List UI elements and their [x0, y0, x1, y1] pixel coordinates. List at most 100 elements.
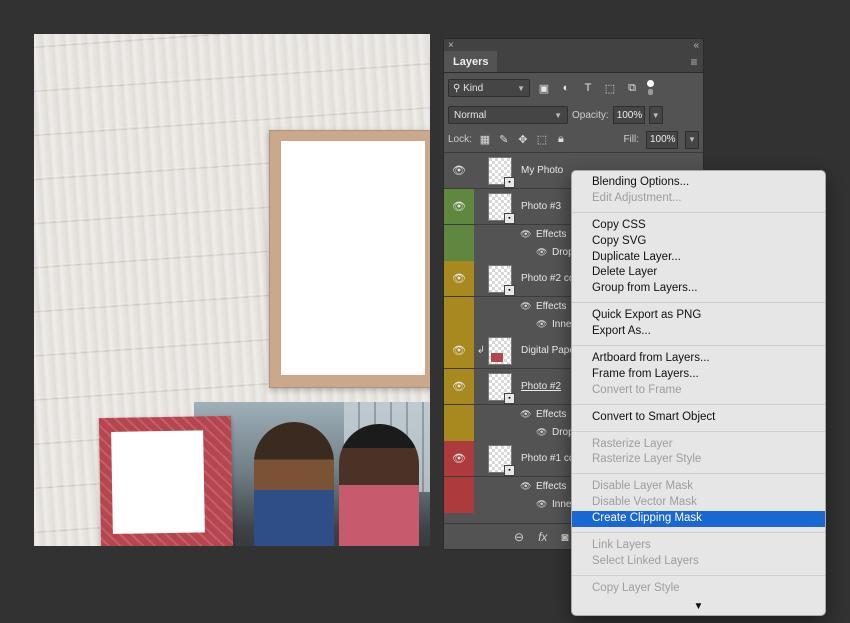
menu-item-convert-smart-object[interactable]: Convert to Smart Object	[572, 410, 825, 426]
lock-artboard-icon[interactable]: ⬚	[536, 134, 548, 146]
layer-thumbnail	[488, 336, 512, 365]
menu-item-blending-options[interactable]: Blending Options...	[572, 175, 825, 191]
layer-thumbnail: ▪	[488, 444, 515, 476]
close-icon[interactable]: ×	[448, 40, 454, 51]
smart-object-badge-icon: ▪	[504, 176, 515, 188]
menu-item-disable-layer-mask[interactable]: Disable Layer Mask	[572, 479, 825, 495]
effect-eye-icon[interactable]: 👁︎	[536, 427, 550, 438]
link-layers-icon[interactable]: ⊖	[514, 530, 524, 544]
menu-item-disable-vector-mask[interactable]: Disable Vector Mask	[572, 495, 825, 511]
menu-item-copy-css[interactable]: Copy CSS	[572, 218, 825, 234]
menu-item-frame-from-layers[interactable]: Frame from Layers...	[572, 367, 825, 383]
layer-name: Photo #2	[521, 381, 562, 392]
menu-item-link-layers[interactable]: Link Layers	[572, 538, 825, 554]
menu-item-group-from-layers[interactable]: Group from Layers...	[572, 281, 825, 297]
smart-object-filter-icon[interactable]: ⧉	[624, 80, 640, 96]
effects-label: Effects	[536, 300, 567, 312]
opacity-label: Opacity:	[572, 109, 609, 121]
menu-item-copy-svg[interactable]: Copy SVG	[572, 234, 825, 250]
opacity-dropdown-button[interactable]: ▼	[648, 106, 663, 124]
lock-all-icon[interactable]: 🔒︎	[555, 133, 567, 146]
effects-eye-icon[interactable]: 👁︎	[520, 481, 534, 492]
menu-item-quick-export-png[interactable]: Quick Export as PNG	[572, 308, 825, 324]
menu-item-rasterize-layer[interactable]: Rasterize Layer	[572, 437, 825, 453]
layer-thumbnail: ▪	[488, 372, 515, 404]
lock-image-brush-icon[interactable]: ✎	[498, 134, 510, 146]
smart-object-badge-icon: ▪	[504, 464, 515, 476]
visibility-eye-icon[interactable]: 👁︎	[444, 153, 474, 188]
menu-separator	[572, 532, 825, 534]
search-icon: ⚲	[453, 82, 464, 94]
menu-item-rasterize-layer-style[interactable]: Rasterize Layer Style	[572, 452, 825, 468]
menu-item-create-clipping-mask[interactable]: Create Clipping Mask	[572, 511, 825, 528]
effect-eye-icon[interactable]: 👁︎	[536, 247, 550, 258]
effects-eye-icon[interactable]: 👁︎	[520, 301, 534, 312]
menu-separator	[572, 430, 825, 432]
lock-position-move-icon[interactable]: ✥	[517, 134, 529, 146]
menu-item-artboard-from-layers[interactable]: Artboard from Layers...	[572, 351, 825, 367]
visibility-eye-icon[interactable]: 👁︎	[444, 261, 474, 296]
lock-label: Lock:	[448, 134, 472, 145]
blend-mode-value: Normal	[454, 109, 487, 121]
filter-toggle[interactable]	[646, 80, 654, 96]
layer-thumbnail: ▪	[488, 156, 515, 188]
shape-filter-icon[interactable]: ⬚	[602, 80, 618, 96]
menu-item-copy-layer-style[interactable]: Copy Layer Style	[572, 581, 825, 597]
effect-eye-icon[interactable]: 👁︎	[536, 499, 550, 510]
red-pattern-frame	[98, 415, 234, 546]
lock-row: Lock: ▦ ✎ ✥ ⬚ 🔒︎ Fill: 100% ▼	[444, 127, 703, 153]
smart-object-badge-icon: ▪	[504, 212, 515, 224]
fill-label: Fill:	[623, 134, 639, 145]
layer-name: Photo #3	[521, 201, 562, 212]
menu-separator	[572, 211, 825, 213]
visibility-eye-icon[interactable]: 👁︎	[444, 441, 474, 476]
menu-separator	[572, 473, 825, 475]
fill-dropdown-button[interactable]: ▼	[685, 130, 699, 149]
menu-item-edit-adjustment[interactable]: Edit Adjustment...	[572, 191, 825, 207]
menu-separator	[572, 302, 825, 304]
kind-filter-select[interactable]: ⚲ Kind ▼	[448, 79, 530, 97]
collapse-icon[interactable]: «	[693, 40, 699, 51]
menu-item-select-linked-layers[interactable]: Select Linked Layers	[572, 554, 825, 570]
menu-item-export-as[interactable]: Export As...	[572, 324, 825, 340]
layer-color-strip	[444, 423, 474, 441]
chevron-down-icon: ▼	[554, 110, 562, 120]
effect-eye-icon[interactable]: 👁︎	[536, 319, 550, 330]
toggle-track	[647, 89, 653, 95]
menu-separator	[572, 574, 825, 576]
add-mask-icon[interactable]: ◙	[561, 530, 568, 544]
visibility-eye-icon[interactable]: 👁︎	[444, 333, 474, 368]
frame-placeholder	[281, 141, 425, 375]
document-canvas[interactable]	[34, 34, 430, 546]
menu-item-duplicate-layer[interactable]: Duplicate Layer...	[572, 250, 825, 266]
tab-layers[interactable]: Layers	[444, 51, 498, 72]
type-filter-icon[interactable]: T	[580, 80, 596, 96]
layer-color-strip	[444, 477, 474, 495]
menu-item-convert-to-frame[interactable]: Convert to Frame	[572, 383, 825, 399]
adjustment-filter-icon[interactable]: ◐	[558, 80, 574, 96]
menu-item-delete-layer[interactable]: Delete Layer	[572, 265, 825, 281]
red-frame-placeholder	[111, 430, 205, 534]
chevron-down-icon: ▼	[517, 83, 525, 93]
layer-color-strip	[444, 225, 474, 243]
blend-mode-select[interactable]: Normal ▼	[448, 106, 568, 124]
smart-object-badge-icon: ▪	[504, 392, 515, 404]
effects-label: Effects	[536, 480, 567, 492]
opacity-input[interactable]: 100%	[612, 106, 645, 124]
fx-button[interactable]: fx	[538, 530, 547, 544]
fill-input[interactable]: 100%	[646, 130, 678, 149]
layer-color-strip	[444, 297, 474, 315]
layer-color-strip	[444, 495, 474, 513]
effects-eye-icon[interactable]: 👁︎	[520, 409, 534, 420]
visibility-eye-icon[interactable]: 👁︎	[444, 369, 474, 404]
lock-transparent-icon[interactable]: ▦	[479, 134, 491, 146]
layer-name: My Photo	[521, 165, 564, 176]
effects-eye-icon[interactable]: 👁︎	[520, 229, 534, 240]
panel-menu-icon[interactable]: ≡	[685, 51, 703, 72]
pixel-filter-icon[interactable]: ▣	[536, 80, 552, 96]
blend-row: Normal ▼ Opacity: 100% ▼	[444, 103, 703, 127]
smart-object-badge-icon: ▪	[504, 284, 515, 296]
photo-man	[254, 422, 334, 546]
visibility-eye-icon[interactable]: 👁︎	[444, 189, 474, 224]
menu-scroll-down-icon[interactable]: ▼	[572, 601, 825, 612]
